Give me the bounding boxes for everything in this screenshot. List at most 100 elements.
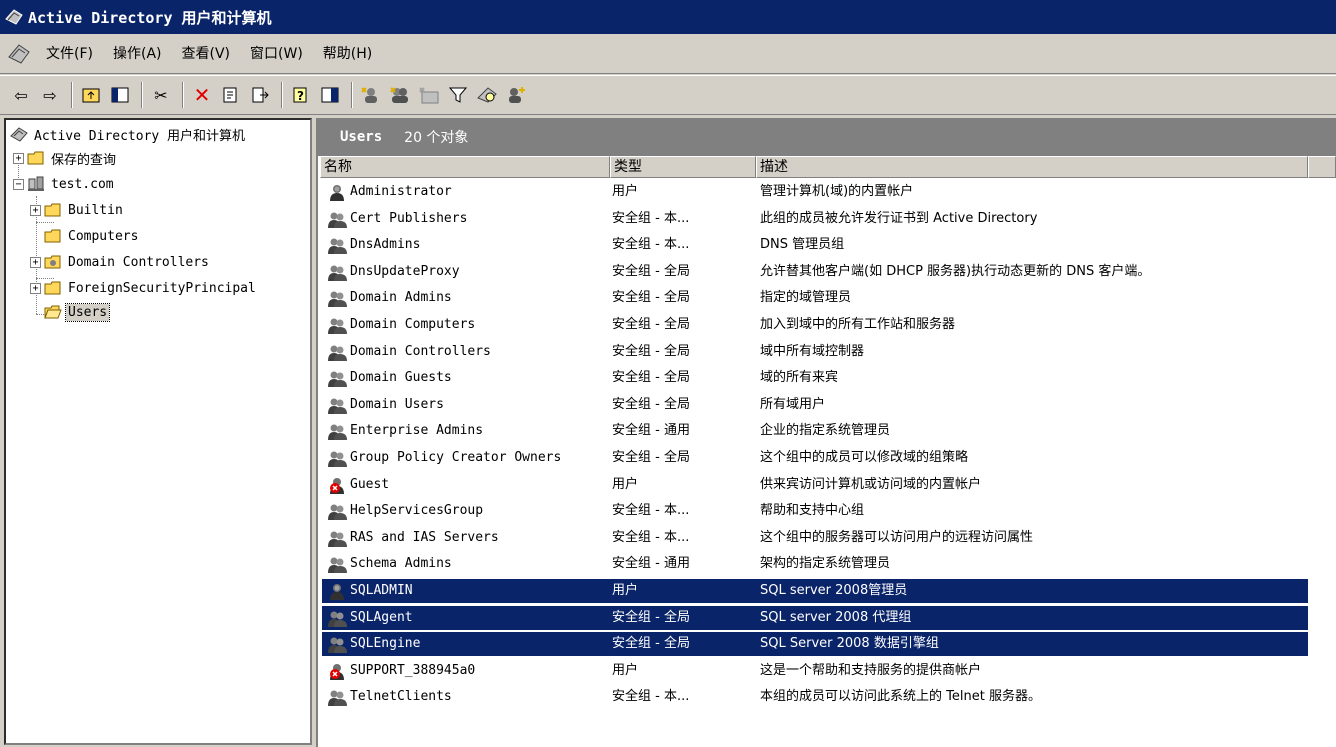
disabled-user-icon bbox=[326, 477, 348, 494]
object-name: DnsUpdateProxy bbox=[350, 263, 460, 279]
group-icon bbox=[326, 556, 348, 574]
new-group-icon[interactable] bbox=[387, 82, 413, 108]
list-item[interactable]: SQLADMIN 用户 SQL server 2008管理员 bbox=[322, 579, 1308, 603]
expand-icon[interactable]: + bbox=[30, 282, 41, 294]
object-description: 这是一个帮助和支持服务的提供商帐户 bbox=[760, 662, 982, 678]
list-item[interactable]: Domain Users 安全组 - 全局 所有域用户 bbox=[322, 393, 1308, 417]
collapse-icon[interactable]: − bbox=[13, 178, 24, 190]
find-icon[interactable] bbox=[474, 82, 500, 108]
open-folder-icon bbox=[44, 305, 62, 319]
list-item[interactable]: DnsUpdateProxy 安全组 - 全局 允许替其他客户端(如 DHCP 服务… bbox=[322, 260, 1308, 284]
object-description: 指定的域管理员 bbox=[760, 290, 852, 306]
menu-view[interactable]: 查看(V) bbox=[172, 34, 241, 74]
new-user-icon[interactable] bbox=[358, 82, 384, 108]
object-name: SUPPORT_388945a0 bbox=[350, 662, 476, 678]
object-type: 安全组 - 全局 bbox=[612, 609, 690, 625]
add-to-group-icon[interactable] bbox=[503, 82, 529, 108]
expand-icon[interactable]: + bbox=[13, 152, 24, 164]
tree-item-users[interactable]: Users bbox=[44, 300, 111, 324]
list-item[interactable]: RAS and IAS Servers 安全组 - 本... 这个组中的服务器可以访… bbox=[322, 526, 1308, 550]
tree-item-label: ForeignSecurityPrincipal bbox=[68, 280, 256, 296]
list-item[interactable]: HelpServicesGroup 安全组 - 本... 帮助和支持中心组 bbox=[322, 499, 1308, 523]
export-list-icon[interactable] bbox=[247, 82, 273, 108]
menu-action[interactable]: 操作(A) bbox=[103, 34, 172, 74]
list-item[interactable]: Domain Computers 安全组 - 全局 加入到域中的所有工作站和服务器 bbox=[322, 313, 1308, 337]
list-item[interactable]: Domain Controllers 安全组 - 全局 域中所有域控制器 bbox=[322, 340, 1308, 364]
action-pane-icon[interactable] bbox=[317, 82, 343, 108]
object-type: 安全组 - 本... bbox=[612, 503, 690, 519]
cut-icon[interactable]: ✂ bbox=[148, 82, 174, 108]
object-name: Group Policy Creator Owners bbox=[350, 450, 562, 465]
object-name: Guest bbox=[350, 476, 390, 492]
window-title: Active Directory 用户和计算机 bbox=[28, 8, 272, 27]
list-item[interactable]: Guest 用户 供来宾访问计算机或访问域的内置帐户 bbox=[322, 473, 1308, 497]
column-header-description[interactable]: 描述 bbox=[756, 156, 1308, 178]
folder-icon bbox=[44, 281, 61, 295]
list-item[interactable]: Domain Guests 安全组 - 全局 域的所有来宾 bbox=[322, 366, 1308, 390]
list-item[interactable]: SQLAgent 安全组 - 全局 SQL server 2008 代理组 bbox=[322, 605, 1308, 630]
object-description: 本组的成员可以访问此系统上的 Telnet 服务器。 bbox=[760, 689, 1041, 705]
object-name: SQLADMIN bbox=[350, 583, 413, 598]
list-item[interactable]: Group Policy Creator Owners 安全组 - 全局 这个组中的… bbox=[322, 446, 1308, 470]
tree-item-label: test.com bbox=[51, 176, 114, 192]
toolbar-separator bbox=[351, 82, 353, 108]
menu-file[interactable]: 文件(F) bbox=[36, 34, 103, 74]
list-item[interactable]: Schema Admins 安全组 - 通用 架构的指定系统管理员 bbox=[322, 552, 1308, 576]
object-type: 安全组 - 全局 bbox=[612, 396, 690, 412]
list-item[interactable]: Enterprise Admins 安全组 - 通用 企业的指定系统管理员 bbox=[322, 419, 1308, 443]
new-ou-icon[interactable] bbox=[416, 82, 442, 108]
show-hide-tree-icon[interactable] bbox=[107, 82, 133, 108]
object-type: 用户 bbox=[612, 476, 639, 492]
toolbar-separator bbox=[71, 82, 73, 108]
list-item[interactable]: Domain Admins 安全组 - 全局 指定的域管理员 bbox=[322, 286, 1308, 310]
column-header-type[interactable]: 类型 bbox=[610, 156, 756, 178]
mmc-system-icon[interactable] bbox=[6, 41, 32, 67]
help-icon[interactable]: ? bbox=[288, 82, 314, 108]
title-bar: Active Directory 用户和计算机 bbox=[0, 0, 1336, 34]
tree-item-domain[interactable]: − test.com bbox=[13, 172, 116, 196]
group-icon bbox=[326, 344, 348, 361]
container-title: Users bbox=[340, 129, 383, 145]
list-item[interactable]: SUPPORT_388945a0 用户 这是一个帮助和支持服务的提供商帐户 bbox=[322, 659, 1308, 683]
details-pane: Users 20 个对象 名称 类型 描述 Administrator 用户 管理计… bbox=[316, 118, 1336, 747]
filter-icon[interactable] bbox=[445, 82, 471, 108]
object-name: Domain Controllers bbox=[350, 343, 491, 359]
object-description: SQL server 2008管理员 bbox=[760, 583, 908, 598]
properties-icon[interactable] bbox=[218, 82, 244, 108]
tree-item-builtin[interactable]: + Builtin bbox=[30, 198, 125, 222]
list-item[interactable]: DnsAdmins 安全组 - 本... DNS 管理员组 bbox=[322, 233, 1308, 257]
list-item[interactable]: Administrator 用户 管理计算机(域)的内置帐户 bbox=[322, 180, 1308, 204]
object-name: DnsAdmins bbox=[350, 237, 421, 253]
tree-item-foreign-security-principals[interactable]: + ForeignSecurityPrincipal bbox=[30, 276, 258, 300]
list-item[interactable]: Cert Publishers 安全组 - 本... 此组的成员被允许发行证书到 A… bbox=[322, 207, 1308, 231]
up-level-icon[interactable] bbox=[78, 82, 104, 108]
menu-window[interactable]: 窗口(W) bbox=[240, 34, 313, 74]
tree-root[interactable]: Active Directory 用户和计算机 bbox=[10, 122, 247, 146]
expand-icon[interactable]: + bbox=[30, 256, 41, 268]
delete-icon[interactable]: ✕ bbox=[189, 82, 215, 108]
ad-app-icon bbox=[5, 9, 23, 25]
tree-item-saved-queries[interactable]: + 保存的查询 bbox=[13, 146, 118, 170]
group-icon bbox=[326, 397, 348, 414]
group-icon bbox=[326, 610, 348, 627]
domain-icon bbox=[28, 176, 44, 191]
object-type: 用户 bbox=[612, 583, 639, 598]
forward-icon[interactable]: ⇨ bbox=[37, 82, 63, 108]
list-item[interactable]: SQLEngine 安全组 - 全局 SQL Server 2008 数据引擎组 bbox=[322, 632, 1308, 657]
tree-item-domain-controllers[interactable]: + Domain Controllers bbox=[30, 250, 211, 274]
menu-bar: 文件(F) 操作(A) 查看(V) 窗口(W) 帮助(H) bbox=[0, 34, 1336, 74]
console-tree[interactable]: Active Directory 用户和计算机 + 保存的查询 − test.c… bbox=[4, 118, 312, 745]
menu-help[interactable]: 帮助(H) bbox=[313, 34, 382, 74]
object-name: SQLAgent bbox=[350, 609, 413, 625]
object-type: 安全组 - 全局 bbox=[612, 343, 690, 359]
tree-item-computers[interactable]: Computers bbox=[44, 224, 140, 248]
object-type: 安全组 - 本... bbox=[612, 237, 690, 253]
toolbar-separator bbox=[141, 82, 143, 108]
back-icon[interactable]: ⇦ bbox=[8, 82, 34, 108]
expand-icon[interactable]: + bbox=[30, 204, 41, 216]
object-name: Domain Admins bbox=[350, 290, 452, 306]
column-header-name[interactable]: 名称 bbox=[320, 156, 610, 178]
tree-line bbox=[36, 222, 54, 223]
object-type: 安全组 - 全局 bbox=[612, 263, 690, 279]
list-item[interactable]: TelnetClients 安全组 - 本... 本组的成员可以访问此系统上的 Te… bbox=[322, 685, 1308, 709]
